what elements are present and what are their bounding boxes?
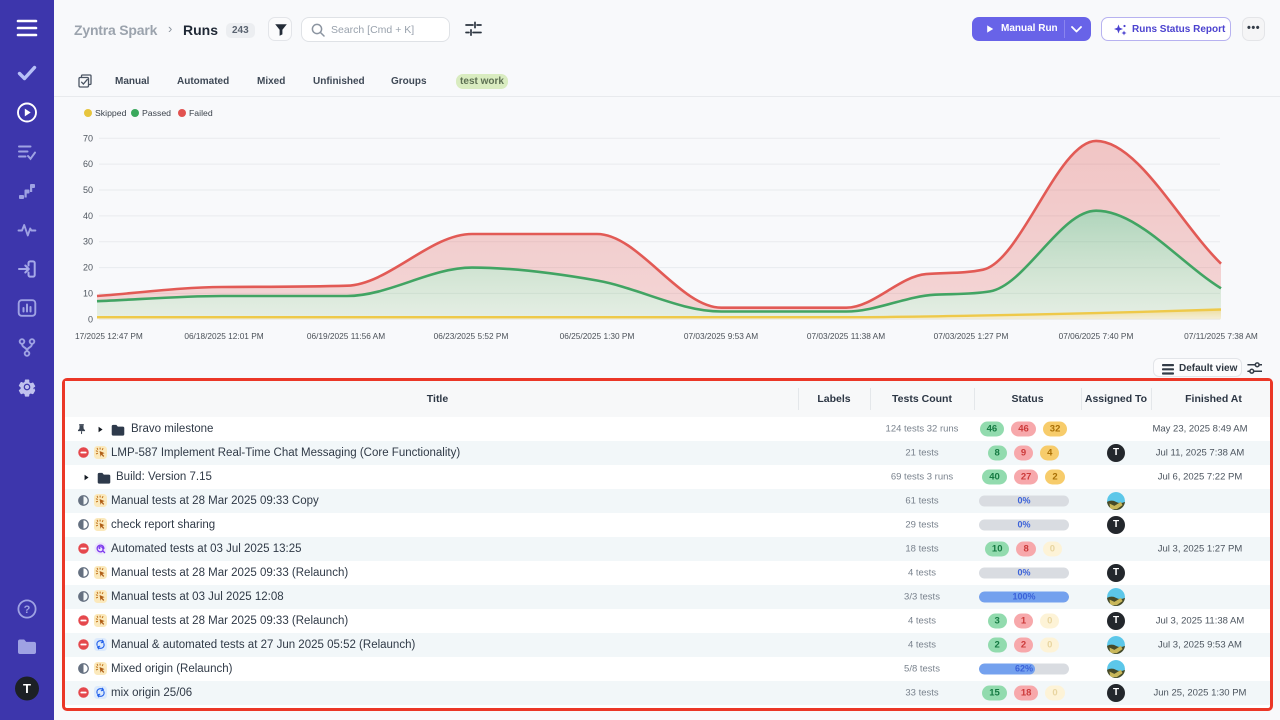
svg-text:17/2025 12:47 PM: 17/2025 12:47 PM <box>75 331 143 341</box>
svg-text:06/25/2025 1:30 PM: 06/25/2025 1:30 PM <box>560 331 635 341</box>
svg-text:07/03/2025 11:38 AM: 07/03/2025 11:38 AM <box>807 331 885 341</box>
svg-text:06/23/2025 5:52 PM: 06/23/2025 5:52 PM <box>434 331 509 341</box>
svg-text:0: 0 <box>88 314 93 324</box>
svg-text:70: 70 <box>83 133 93 143</box>
svg-text:40: 40 <box>83 211 93 221</box>
svg-text:06/19/2025 11:56 AM: 06/19/2025 11:56 AM <box>307 331 385 341</box>
svg-text:30: 30 <box>83 237 93 247</box>
svg-text:06/18/2025 12:01 PM: 06/18/2025 12:01 PM <box>184 331 263 341</box>
svg-text:07/03/2025 9:53 AM: 07/03/2025 9:53 AM <box>684 331 758 341</box>
svg-text:?: ? <box>24 604 31 616</box>
svg-text:07/11/2025 7:38 AM: 07/11/2025 7:38 AM <box>1184 331 1258 341</box>
svg-text:T: T <box>23 681 31 696</box>
svg-text:50: 50 <box>83 185 93 195</box>
svg-text:10: 10 <box>83 288 93 298</box>
svg-text:60: 60 <box>83 159 93 169</box>
svg-text:07/03/2025 1:27 PM: 07/03/2025 1:27 PM <box>934 331 1009 341</box>
svg-text:20: 20 <box>83 263 93 273</box>
svg-text:07/06/2025 7:40 PM: 07/06/2025 7:40 PM <box>1059 331 1134 341</box>
